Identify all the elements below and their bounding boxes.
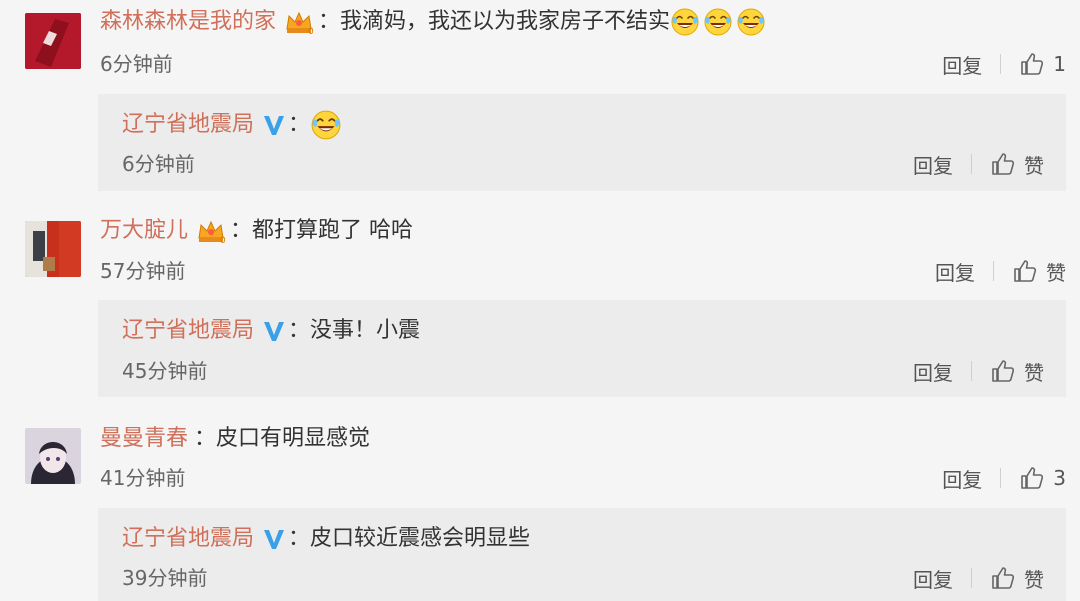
comment-text: 我滴妈，我还以为我家房子不结实 [340,9,671,34]
reply-actions: 回复 赞 [913,356,1044,386]
verified-badge-icon [262,319,286,343]
like-button[interactable]: 赞 [990,357,1044,386]
thumbs-up-icon [990,358,1016,384]
username-link[interactable]: 万大腚儿 [100,218,188,243]
divider [1000,54,1002,74]
thumbs-up-icon [990,151,1016,177]
divider [971,568,972,588]
username-link[interactable]: 辽宁省地震局 [122,526,254,551]
thumbs-up-icon [1012,258,1038,284]
avatar[interactable] [25,428,81,484]
like-count: 3 [1053,466,1066,490]
like-button[interactable]: 1 [1019,51,1066,77]
colon: ： [194,426,217,451]
comment-line: 森林森林是我的家 ：我滴妈，我还以为我家房子不结实 [100,7,766,37]
comment-time: 6分钟前 [100,52,173,76]
vip-crown-icon [196,218,226,244]
username-link[interactable]: 辽宁省地震局 [122,318,254,343]
laugh-cry-emoji [703,7,733,37]
comment-line: 曼曼青春 ：皮口有明显感觉 [100,424,370,454]
verified-badge-icon [262,113,286,137]
reply-button[interactable]: 回复 [913,150,953,179]
colon: ： [288,112,311,137]
laugh-cry-emoji [736,7,766,37]
like-label: 赞 [1024,153,1044,178]
username-link[interactable]: 辽宁省地震局 [122,112,254,137]
username-link[interactable]: 森林森林是我的家 [100,9,276,34]
avatar-image [25,13,81,69]
divider [1000,468,1002,488]
thumbs-up-icon [1019,51,1045,77]
reply-actions: 回复 赞 [913,149,1044,179]
reply-line: 辽宁省地震局 ：没事！小震 [122,316,420,346]
reply-text: 皮口较近震感会明显些 [310,526,531,551]
like-label: 赞 [1024,360,1044,385]
reply-time: 6分钟前 [122,152,195,176]
comment-time: 41分钟前 [100,466,186,490]
like-button[interactable]: 赞 [1012,257,1066,286]
colon: ： [318,9,341,34]
like-button[interactable]: 3 [1019,465,1066,491]
reply-box: 辽宁省地震局 ： 6分钟前 回复 赞 [98,94,1066,191]
comment-actions: 回复 1 [942,49,1066,79]
like-label: 赞 [1024,567,1044,592]
colon: ： [288,318,311,343]
reply-button[interactable]: 回复 [935,257,975,286]
username-link[interactable]: 曼曼青春 [100,426,188,451]
reply-text: 没事！小震 [310,318,421,343]
divider [993,261,994,281]
comment-time: 57分钟前 [100,259,186,283]
laugh-cry-emoji [310,109,342,141]
reply-button[interactable]: 回复 [942,464,982,493]
avatar[interactable] [25,221,81,277]
comment-actions: 回复 赞 [935,256,1066,286]
reply-box: 辽宁省地震局 ：皮口较近震感会明显些 39分钟前 回复 赞 [98,508,1066,601]
colon: ： [230,218,253,243]
reply-button[interactable]: 回复 [913,564,953,593]
avatar-image [25,428,81,484]
comment-actions: 回复 3 [942,463,1066,493]
avatar[interactable] [25,13,81,69]
divider [971,361,972,381]
laugh-cry-emoji [670,7,700,37]
comment-text: 皮口有明显感觉 [216,426,371,451]
reply-button[interactable]: 回复 [942,50,982,79]
vip-crown-icon [284,9,314,35]
like-button[interactable]: 赞 [990,150,1044,179]
avatar-image [25,221,81,277]
reply-line: 辽宁省地震局 ：皮口较近震感会明显些 [122,524,530,554]
comment-line: 万大腚儿 ：都打算跑了 哈哈 [100,216,413,246]
colon: ： [288,526,311,551]
like-button[interactable]: 赞 [990,564,1044,593]
thumbs-up-icon [1019,465,1045,491]
reply-button[interactable]: 回复 [913,357,953,386]
divider [971,154,972,174]
reply-box: 辽宁省地震局 ：没事！小震 45分钟前 回复 赞 [98,300,1066,397]
reply-time: 39分钟前 [122,566,208,590]
verified-badge-icon [262,527,286,551]
reply-line: 辽宁省地震局 ： [122,109,342,141]
comment-text: 都打算跑了 哈哈 [252,218,414,243]
thumbs-up-icon [990,565,1016,591]
like-label: 赞 [1046,260,1066,285]
like-count: 1 [1053,52,1066,76]
reply-time: 45分钟前 [122,359,208,383]
reply-actions: 回复 赞 [913,563,1044,593]
